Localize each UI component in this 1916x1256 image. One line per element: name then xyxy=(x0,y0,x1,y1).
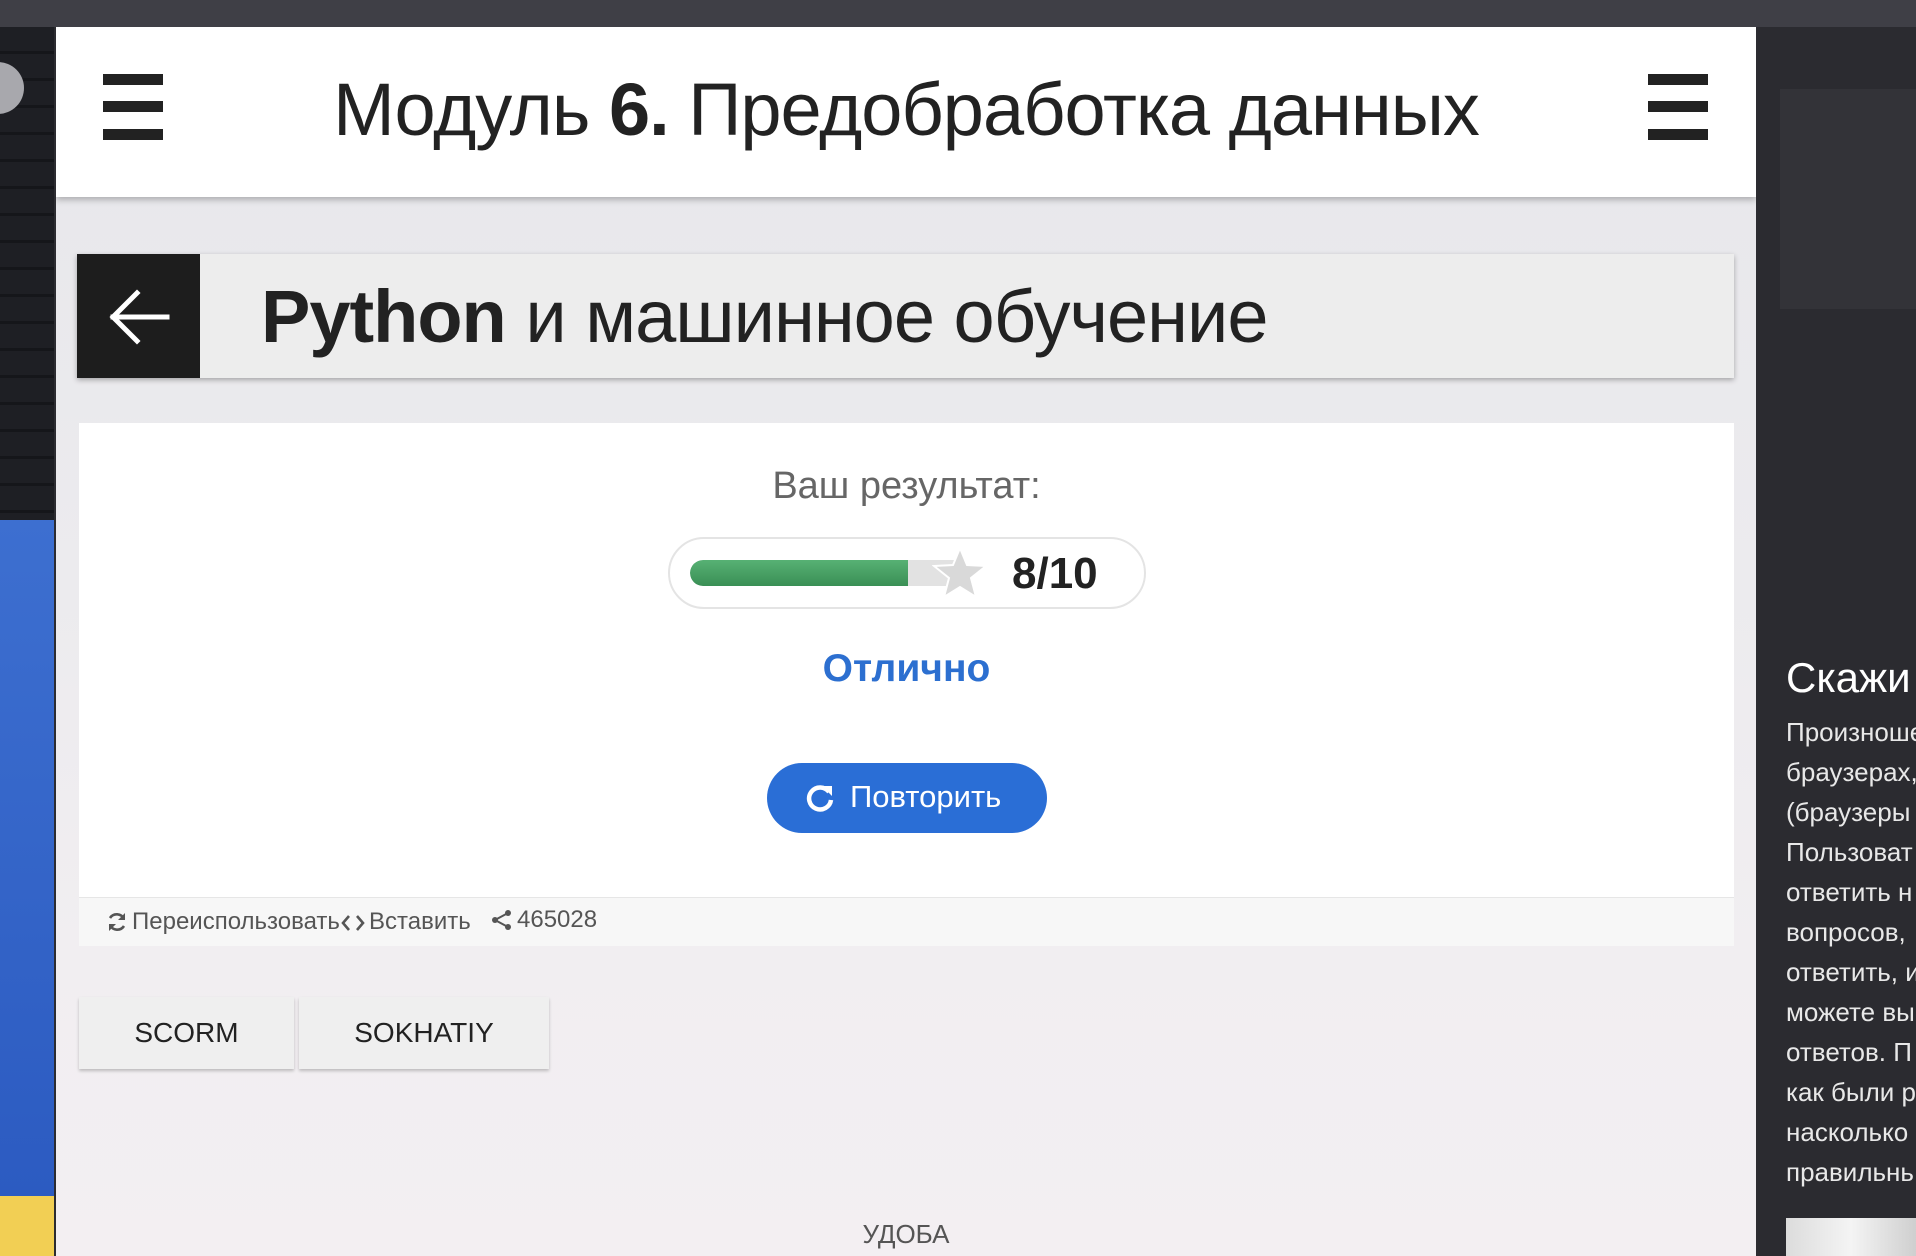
right-panel-text: Произноше браузерах, (браузеры Пользоват… xyxy=(1786,712,1916,1192)
score-pill: 8/10 xyxy=(668,537,1146,609)
right-panel-line: насколько xyxy=(1786,1117,1909,1147)
refresh-icon xyxy=(806,785,834,812)
right-panel-line: ответить, и xyxy=(1786,957,1916,987)
right-panel-line: вопросов, xyxy=(1786,917,1906,947)
quiz-title-bar: Python и машинное обучение xyxy=(77,254,1734,378)
share-icon xyxy=(492,910,511,930)
left-background-panel xyxy=(0,27,54,1256)
progress-bar xyxy=(690,560,962,586)
right-panel-line: правильнь xyxy=(1786,1157,1914,1187)
left-blue-area xyxy=(0,520,54,1196)
sokhatiy-button[interactable]: SOKHATIY xyxy=(299,997,549,1069)
arrow-left-icon xyxy=(109,289,170,345)
menu-icon-right[interactable] xyxy=(1648,74,1708,140)
code-icon xyxy=(341,915,365,931)
right-panel-thumbnail xyxy=(1786,1218,1916,1256)
right-panel-line: можете вы xyxy=(1786,997,1915,1027)
score-text: 8/10 xyxy=(1012,549,1098,598)
browser-top-bar xyxy=(0,0,1916,27)
scorm-button[interactable]: SCORM xyxy=(79,997,294,1069)
quiz-title: Python и машинное обучение xyxy=(261,275,1269,358)
result-card: Ваш результат: 8/10 Отлично Повторить Пе… xyxy=(79,423,1734,946)
back-button[interactable] xyxy=(77,254,200,378)
right-panel-line: Пользоват xyxy=(1786,837,1913,867)
share-link[interactable]: 465028 xyxy=(491,906,597,934)
left-yellow-area xyxy=(0,1196,54,1256)
right-side-panel: Скажи Произноше браузерах, (браузеры Пол… xyxy=(1758,27,1916,1256)
retry-button[interactable]: Повторить xyxy=(767,763,1047,833)
right-panel-box xyxy=(1780,89,1916,309)
right-panel-line: ответов. П xyxy=(1786,1037,1912,1067)
module-header: Модуль 6. Предобработка данных xyxy=(56,27,1756,197)
share-count: 465028 xyxy=(517,906,598,933)
brand-footer: УДОБА xyxy=(862,1219,950,1249)
quiz-footer: Переиспользовать Вставить 465028 xyxy=(79,897,1734,946)
progress-fill xyxy=(690,560,908,586)
right-panel-line: ответить н xyxy=(1786,877,1913,907)
retry-label: Повторить xyxy=(850,779,1002,814)
feedback-text: Отлично xyxy=(822,647,991,690)
star-icon xyxy=(932,546,988,600)
right-panel-line: (браузеры xyxy=(1786,797,1911,827)
right-panel-line: Произноше xyxy=(1786,717,1916,747)
right-panel-line: как были р xyxy=(1786,1077,1916,1107)
module-title: Модуль 6. Предобработка данных xyxy=(333,68,1480,151)
embed-link[interactable]: Вставить xyxy=(341,908,471,936)
result-label: Ваш результат: xyxy=(772,465,1041,507)
main-content: Модуль 6. Предобработка данных Python и … xyxy=(56,27,1756,1256)
module-number: 6. xyxy=(608,68,670,151)
right-panel-line: браузерах, xyxy=(1786,757,1916,787)
recycle-icon xyxy=(108,913,126,931)
right-panel-heading: Скажи xyxy=(1786,654,1911,701)
reuse-link[interactable]: Переиспользовать xyxy=(106,908,340,936)
